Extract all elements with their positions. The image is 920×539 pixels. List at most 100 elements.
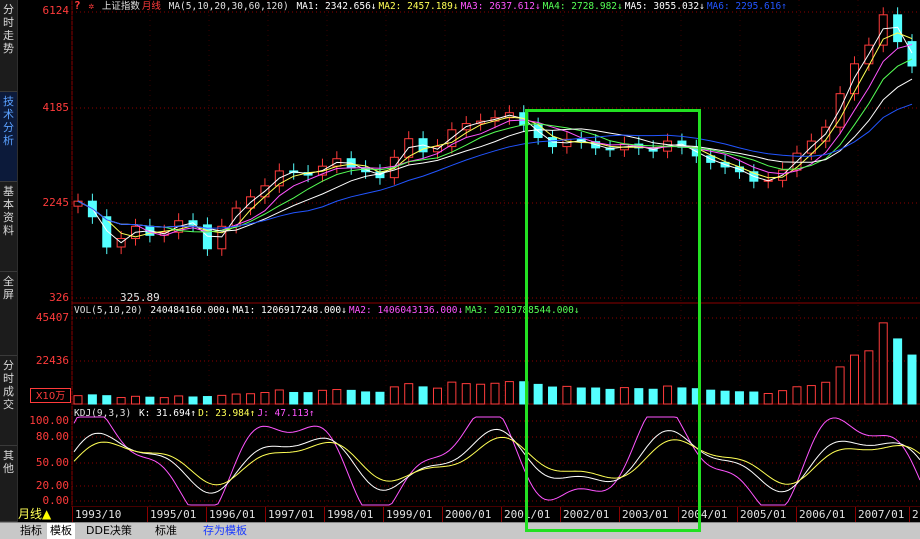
tab-dde-decision[interactable]: DDE决策 [83,523,135,539]
x-label-14: 2007/01 [858,508,905,521]
x-tick [147,507,148,522]
settings-icon[interactable]: ✲ [88,1,94,12]
x-tick [855,507,856,522]
x-axis: 1993/10 1995/01 1996/01 1997/01 1998/01 1999/… [0,507,920,522]
price-label-4185: 4185 [42,101,70,114]
bottom-toolbar: 指标 模板 DDE决策 标准 存为模板 [0,522,920,539]
price-legend: ? ✲ 上证指数 月线 MA(5,10,20,30,60,120) MA1: 23… [74,0,791,12]
kdj-j-line [73,416,920,506]
x-tick [501,507,502,522]
volume-bar [907,354,917,405]
ma4-line [77,58,913,233]
volume-bar [174,395,184,405]
tab-standard[interactable]: 标准 [152,523,180,539]
volume-bar [375,391,385,405]
kdj-d-line [73,436,920,486]
volume-bar [332,389,342,405]
volume-bar [116,397,126,405]
x-tick [324,507,325,522]
ma2-line [77,32,913,238]
period-label: 月线 [141,1,161,12]
x-label-5: 1998/01 [327,508,374,521]
volume-bar [763,392,773,405]
volume-bar [734,391,744,405]
help-icon[interactable]: ? [74,0,81,12]
volume-bar [893,338,903,405]
x-tick [737,507,738,522]
x-label-2: 1995/01 [150,508,197,521]
volume-bar [461,383,471,405]
tab-templates[interactable]: 模板 [47,523,75,539]
x-label-7: 2000/01 [445,508,492,521]
volume-bar [490,382,500,405]
volume-bar [404,383,414,405]
chart-canvas[interactable] [0,0,920,507]
kdj-label-50: 50.00 [35,456,69,469]
kdj-legend: KDJ(9,3,3) K: 31.694↑ D: 23.984↑ J: 47.113… [74,408,319,420]
volume-label-max: 45407 [35,311,69,324]
volume-bar [720,390,730,405]
low-price-marker: 325.89 [120,291,160,304]
volume-bar [131,395,141,405]
x-label-4: 1997/01 [268,508,315,521]
highlight-box [525,109,701,532]
volume-bar [73,395,83,405]
x-tick [909,507,910,522]
y-axis: 6124 4185 2245 326 45407 22436 100.00 80… [18,0,72,507]
x-tick [442,507,443,522]
volume-indicator-3: MA2: 1406043136.000↓ [348,305,464,316]
price-indicator-5: MA5: 3055.032↓ [624,1,705,12]
volume-indicator-1: 240484160.000↓ [150,305,231,316]
volume-bar [87,394,97,405]
kdj-spec: KDJ(9,3,3) [74,408,132,419]
volume-unit-badge: X10万 [30,388,71,403]
volume-bar [835,366,845,405]
price-indicator-4: MA4: 2728.982↓ [542,1,623,12]
volume-legend: VOL(5,10,20) 240484160.000↓ MA1: 12069172… [74,305,584,317]
volume-bar [231,393,241,405]
candle-body [878,14,888,46]
volume-bar [303,392,313,405]
price-label-326: 326 [49,291,69,304]
volume-indicator-2: MA1: 1206917248.000↓ [232,305,347,316]
volume-bar [706,389,716,405]
volume-bar [274,389,284,405]
x-label-15: 2 [912,508,919,521]
x-tick [796,507,797,522]
volume-bar [778,390,788,405]
volume-bar [418,386,428,405]
kdj-label-0: 0.00 [42,494,70,507]
kdj-indicator-3: J: 47.113↑ [257,408,315,419]
price-indicator-1: MA1: 2342.656↓ [296,1,377,12]
volume-spec: VOL(5,10,20) [74,305,143,316]
x-label-3: 1996/01 [209,508,256,521]
volume-bar [102,395,112,405]
x-label-1: 1993/10 [75,508,122,521]
price-indicator-3: MA3: 2637.612↓ [460,1,541,12]
volume-label-mid: 22436 [35,354,69,367]
volume-bar [432,387,442,405]
volume-bar [361,391,371,405]
candle-body [102,216,112,248]
period-selector[interactable]: 月线▲ [18,507,51,522]
price-indicator-2: MA2: 2457.189↓ [378,1,459,12]
x-label-12: 2005/01 [740,508,787,521]
volume-bar [849,354,859,405]
kdj-label-100: 100.00 [29,414,69,427]
volume-bar [159,397,169,405]
tab-indicators[interactable]: 指标 [17,523,45,539]
x-label-6: 1999/01 [386,508,433,521]
ma1-line [77,26,913,244]
volume-bar [878,322,888,405]
volume-bar [806,385,816,405]
tab-save-template[interactable]: 存为模板 [200,523,250,539]
volume-bar [202,396,212,405]
volume-bar [749,391,759,405]
index-title: 上证指数 [101,1,140,12]
x-tick [383,507,384,522]
volume-bar [289,391,299,405]
volume-bar [389,386,399,405]
kdj-label-20: 20.00 [35,479,69,492]
volume-bar [792,386,802,405]
x-tick [265,507,266,522]
